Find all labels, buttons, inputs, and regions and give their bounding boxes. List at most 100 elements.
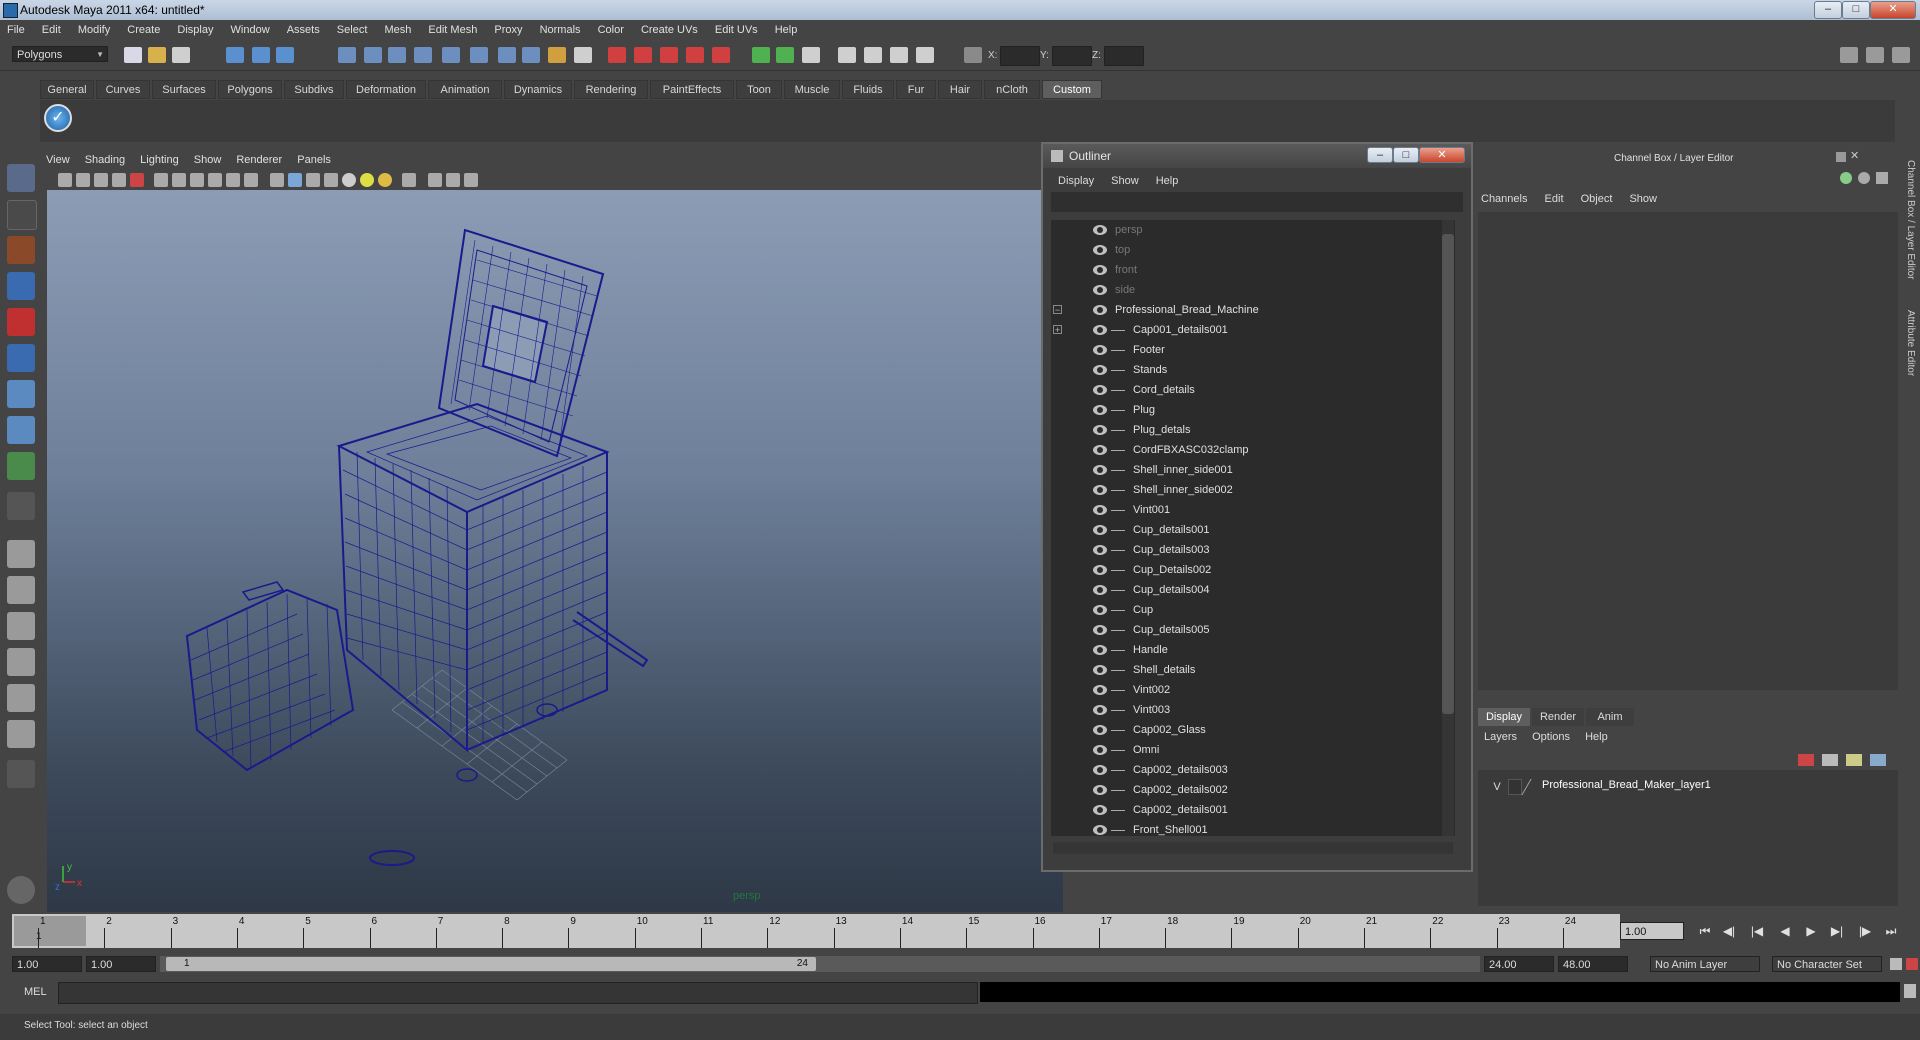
playback-start-field[interactable]: 1.00 xyxy=(86,956,156,972)
bookmark-icon[interactable] xyxy=(94,173,108,187)
outliner-group-row[interactable]: − Professional_Bread_Machine xyxy=(1051,300,1455,320)
side-tab-attribute-editor[interactable]: Attribute Editor xyxy=(1900,310,1916,400)
outliner-node-row[interactable]: Cap002_details002 xyxy=(1051,780,1455,800)
menu-edit-uvs[interactable]: Edit UVs xyxy=(708,20,765,40)
graph-editor-icon[interactable] xyxy=(890,47,908,63)
outliner-menu-help[interactable]: Help xyxy=(1149,172,1186,190)
hypershade-icon[interactable] xyxy=(838,47,856,63)
menu-create[interactable]: Create xyxy=(120,20,167,40)
outliner-camera-row[interactable]: side xyxy=(1051,280,1455,300)
last-tool-icon[interactable] xyxy=(7,452,35,480)
outliner-titlebar[interactable]: Outliner – □ ✕ xyxy=(1043,144,1471,168)
dope-sheet-icon[interactable] xyxy=(916,47,934,63)
render-view-icon[interactable] xyxy=(864,47,882,63)
render-settings-icon[interactable] xyxy=(802,47,820,63)
play-forwards-icon[interactable]: ▶ xyxy=(1802,924,1820,938)
current-frame-marker[interactable]: 1 xyxy=(14,916,86,946)
show-attribute-editor-icon[interactable] xyxy=(1840,47,1858,63)
x-field[interactable] xyxy=(1000,46,1040,66)
save-scene-icon[interactable] xyxy=(172,47,190,63)
range-slider-thumb[interactable]: 1 24 xyxy=(166,957,816,971)
layer-menu-layers[interactable]: Layers xyxy=(1478,728,1523,746)
film-gate-icon[interactable] xyxy=(172,173,186,187)
field-chart-icon[interactable] xyxy=(226,173,240,187)
layer-menu-options[interactable]: Options xyxy=(1526,728,1576,746)
outliner-node-row[interactable]: Shell_inner_side002 xyxy=(1051,480,1455,500)
outliner-camera-row[interactable]: front xyxy=(1051,260,1455,280)
channel-lock-icon[interactable] xyxy=(1858,172,1870,184)
step-back-frame-icon[interactable]: |◀ xyxy=(1748,924,1766,938)
menu-color[interactable]: Color xyxy=(591,20,631,40)
viewport-menu-view[interactable]: View xyxy=(40,150,76,170)
outliner-node-row[interactable]: + Cap001_details001 xyxy=(1051,320,1455,340)
outliner-node-row[interactable]: Cup_details004 xyxy=(1051,580,1455,600)
shelf-tab-painteffects[interactable]: PaintEffects xyxy=(650,80,734,99)
viewport-menu-lighting[interactable]: Lighting xyxy=(134,150,185,170)
history-icon[interactable] xyxy=(498,47,516,63)
wireframe-on-shaded-icon[interactable] xyxy=(306,173,320,187)
command-input[interactable] xyxy=(58,982,978,1004)
channelbox-menu-edit[interactable]: Edit xyxy=(1538,190,1571,208)
help-icon[interactable] xyxy=(522,47,540,63)
magnet-icon[interactable] xyxy=(608,47,626,63)
z-field[interactable] xyxy=(1104,46,1144,66)
auto-key-icon[interactable] xyxy=(1890,958,1902,970)
command-language-label[interactable]: MEL xyxy=(24,986,47,998)
menu-create-uvs[interactable]: Create UVs xyxy=(634,20,705,40)
magnet-surface-icon[interactable] xyxy=(686,47,704,63)
menu-display[interactable]: Display xyxy=(170,20,220,40)
outliner-layout-icon[interactable] xyxy=(7,720,35,748)
close-panel-icon[interactable]: ✕ xyxy=(1850,150,1862,162)
select-tool-icon[interactable] xyxy=(7,164,35,192)
persp-graph-layout-icon[interactable] xyxy=(7,648,35,676)
outliner-menu-show[interactable]: Show xyxy=(1104,172,1146,190)
move-tool-icon[interactable] xyxy=(7,272,35,300)
layer-row[interactable]: V Professional_Bread_Maker_layer1 xyxy=(1484,778,1892,796)
shelf-tab-muscle[interactable]: Muscle xyxy=(784,80,840,99)
expand-icon[interactable]: + xyxy=(1053,325,1062,335)
transform-icon[interactable] xyxy=(964,47,982,63)
outliner-scroll-thumb[interactable] xyxy=(1442,234,1454,714)
snap-curve-icon[interactable] xyxy=(364,47,382,63)
character-icon[interactable] xyxy=(7,876,35,904)
magnet-point-icon[interactable] xyxy=(660,47,678,63)
current-time-field[interactable]: 1.00 xyxy=(1620,922,1684,940)
shelf-tab-custom[interactable]: Custom xyxy=(1042,80,1102,99)
open-scene-icon[interactable] xyxy=(148,47,166,63)
shelf-tab-rendering[interactable]: Rendering xyxy=(574,80,648,99)
image-plane-icon[interactable] xyxy=(112,173,126,187)
lasso-tool-icon[interactable] xyxy=(7,200,37,230)
new-layer-empty-icon[interactable] xyxy=(1798,754,1814,766)
layer-color-swatch[interactable] xyxy=(1521,779,1544,795)
shelf-tab-hair[interactable]: Hair xyxy=(938,80,982,99)
move-to-layer-icon[interactable] xyxy=(1870,754,1886,766)
menu-window[interactable]: Window xyxy=(224,20,277,40)
shelf-tab-deformation[interactable]: Deformation xyxy=(346,80,426,99)
character-set-dropdown[interactable]: No Character Set xyxy=(1772,956,1882,972)
outliner-node-row[interactable]: Cord_details xyxy=(1051,380,1455,400)
single-view-layout-icon[interactable] xyxy=(7,540,35,568)
outliner-node-row[interactable]: Cup xyxy=(1051,600,1455,620)
go-to-start-icon[interactable]: ⏮ xyxy=(1696,924,1714,938)
menu-mesh[interactable]: Mesh xyxy=(377,20,418,40)
channelbox-menu-channels[interactable]: Channels xyxy=(1474,190,1534,208)
new-scene-icon[interactable] xyxy=(124,47,142,63)
layer-visibility-toggle[interactable]: V xyxy=(1490,779,1504,795)
menu-edit[interactable]: Edit xyxy=(35,20,68,40)
outliner-camera-row[interactable]: top xyxy=(1051,240,1455,260)
shadows-icon[interactable] xyxy=(378,173,392,187)
outliner-menu-display[interactable]: Display xyxy=(1051,172,1101,190)
minimize-icon[interactable]: – xyxy=(1814,1,1842,19)
camera-attributes-icon[interactable] xyxy=(76,173,90,187)
outliner-maximize-icon[interactable]: □ xyxy=(1393,147,1419,163)
outliner-node-row[interactable]: Cap002_details003 xyxy=(1051,760,1455,780)
shelf-tab-fur[interactable]: Fur xyxy=(896,80,936,99)
menu-normals[interactable]: Normals xyxy=(533,20,588,40)
shelf-tab-subdivs[interactable]: Subdivs xyxy=(284,80,344,99)
resolution-gate-icon[interactable] xyxy=(190,173,204,187)
animation-prefs-icon[interactable] xyxy=(1906,958,1918,970)
collapse-icon[interactable]: − xyxy=(1053,305,1062,315)
checkmark-shelf-icon[interactable]: ✓ xyxy=(44,104,72,132)
outliner-node-row[interactable]: Plug xyxy=(1051,400,1455,420)
soft-mod-icon[interactable] xyxy=(7,416,35,444)
